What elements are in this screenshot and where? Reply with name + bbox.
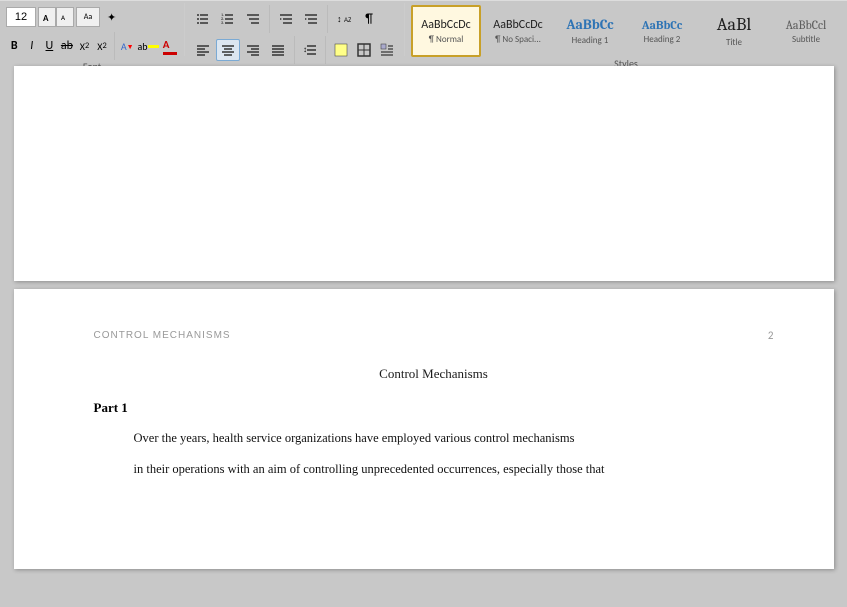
paragraph-group: 1. 2. 3. bbox=[185, 3, 405, 56]
page-2: CONTROL MECHANISMS 2 Control Mechanisms … bbox=[14, 289, 834, 569]
borders-btn[interactable] bbox=[353, 38, 375, 62]
page-1 bbox=[14, 66, 834, 281]
bullets-btn[interactable] bbox=[191, 7, 215, 31]
numbering-btn[interactable]: 1. 2. 3. bbox=[216, 7, 240, 31]
doc-body[interactable]: Over the years, health service organizat… bbox=[94, 428, 774, 481]
page-header: CONTROL MECHANISMS 2 bbox=[94, 329, 774, 346]
page-content: CONTROL MECHANISMS 2 Control Mechanisms … bbox=[14, 289, 834, 569]
style-title[interactable]: AaBlTitle bbox=[699, 5, 769, 57]
style-heading2[interactable]: AaBbCcHeading 2 bbox=[627, 5, 697, 57]
multilevel-list-btn[interactable] bbox=[241, 7, 265, 31]
font-color-btn[interactable]: A bbox=[161, 34, 178, 58]
clear-format-btn[interactable]: ✦ bbox=[102, 5, 126, 29]
underline-btn[interactable]: U bbox=[41, 34, 58, 58]
page-number: 2 bbox=[768, 329, 774, 342]
ribbon: A A Aa ✦ B I U ab X2 bbox=[0, 0, 847, 58]
page-header-left: CONTROL MECHANISMS bbox=[94, 330, 231, 341]
align-center-btn[interactable] bbox=[216, 39, 240, 61]
font-size-input[interactable] bbox=[6, 7, 36, 27]
italic-btn[interactable]: I bbox=[24, 34, 41, 58]
font-aa-btn[interactable]: Aa bbox=[76, 7, 100, 27]
text-effects-btn[interactable]: A▼ bbox=[119, 34, 136, 58]
svg-text:A: A bbox=[61, 13, 66, 21]
svg-text:3.: 3. bbox=[221, 21, 224, 26]
justify-btn[interactable] bbox=[266, 39, 290, 61]
document-area: CONTROL MECHANISMS 2 Control Mechanisms … bbox=[0, 58, 847, 577]
highlight-btn[interactable]: ab bbox=[136, 34, 160, 58]
font-size-down-btn[interactable]: A bbox=[56, 7, 74, 27]
subscript-btn[interactable]: X2 bbox=[76, 34, 93, 58]
align-left-btn[interactable] bbox=[191, 39, 215, 61]
style-no-spacing[interactable]: AaBbCcDc¶ No Spaci... bbox=[483, 5, 553, 57]
indent-options-btn[interactable] bbox=[376, 38, 398, 62]
style-normal[interactable]: AaBbCcDc¶ Normal bbox=[411, 5, 481, 57]
decrease-indent-btn[interactable] bbox=[274, 7, 298, 31]
line-spacing-btn[interactable]: ↕ bbox=[299, 38, 321, 62]
bold-btn[interactable]: B bbox=[6, 34, 23, 58]
svg-text:A: A bbox=[43, 13, 49, 22]
superscript-btn[interactable]: X2 bbox=[94, 34, 111, 58]
font-size-up-btn[interactable]: A bbox=[38, 7, 56, 27]
doc-title: Control Mechanisms bbox=[94, 366, 774, 382]
svg-text:↕: ↕ bbox=[303, 45, 307, 54]
body-paragraph-2: in their operations with an aim of contr… bbox=[94, 459, 774, 480]
increase-indent-btn[interactable] bbox=[299, 7, 323, 31]
style-subtitle[interactable]: AaBbCclSubtitle bbox=[771, 5, 841, 57]
styles-group: AaBbCcDc¶ NormalAaBbCcDc¶ No Spaci...AaB… bbox=[405, 3, 847, 56]
sort-btn[interactable]: ↕ AZ bbox=[332, 7, 356, 31]
svg-text:✦: ✦ bbox=[107, 12, 116, 24]
show-formatting-btn[interactable]: ¶ bbox=[357, 7, 381, 31]
strikethrough-btn[interactable]: ab bbox=[59, 34, 76, 58]
style-heading1[interactable]: AaBbCcHeading 1 bbox=[555, 5, 625, 57]
doc-part: Part 1 bbox=[94, 400, 774, 416]
align-right-btn[interactable] bbox=[241, 39, 265, 61]
svg-text:↕: ↕ bbox=[337, 14, 342, 24]
body-paragraph-1: Over the years, health service organizat… bbox=[94, 428, 774, 449]
shading-btn[interactable] bbox=[330, 38, 352, 62]
svg-text:AZ: AZ bbox=[344, 18, 351, 24]
font-group: A A Aa ✦ B I U ab X2 bbox=[0, 3, 185, 56]
